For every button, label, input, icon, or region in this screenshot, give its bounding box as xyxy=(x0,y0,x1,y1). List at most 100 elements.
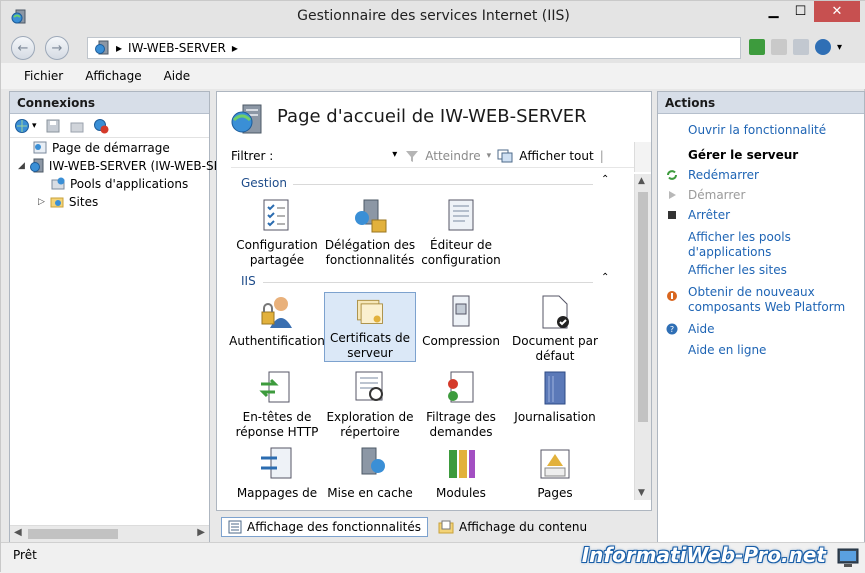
stop-icon[interactable] xyxy=(771,39,787,55)
feature-label-line1: Journalisation xyxy=(514,410,596,424)
up-folder-icon[interactable] xyxy=(69,118,85,134)
watermark-logo: InformatiWeb-Pro.net xyxy=(581,543,826,567)
help-dropdown-icon[interactable]: ▾ xyxy=(837,42,842,53)
feature-label-line2: répertoire xyxy=(340,425,400,439)
feature-label-line1: Modules xyxy=(436,486,486,500)
features-vscrollbar[interactable]: ▲ ▼ xyxy=(634,174,651,500)
feature-label-line2: défaut xyxy=(535,349,575,363)
filter-input[interactable]: ▾ xyxy=(279,147,399,165)
maximize-button[interactable]: ☐ xyxy=(787,1,814,22)
hscroll-thumb[interactable] xyxy=(28,529,118,539)
action-view-pools[interactable]: Afficher les pools d'applications xyxy=(688,230,791,260)
connections-hscrollbar[interactable]: ◀ ▶ xyxy=(10,525,209,542)
feature-label-line1: Délégation des xyxy=(324,238,416,252)
feature-label-line1: Filtrage des xyxy=(426,410,496,424)
feature-config-editor[interactable]: Éditeur de configuration xyxy=(415,198,507,268)
forward-arrow-icon: → xyxy=(51,40,63,56)
menu-bar: Fichier Affichage Aide xyxy=(1,63,865,89)
certificate-icon xyxy=(357,299,383,324)
scroll-right-icon[interactable]: ▶ xyxy=(197,527,205,538)
menu-view[interactable]: Affichage xyxy=(74,69,152,83)
action-restart[interactable]: Redémarrer xyxy=(688,168,759,183)
feature-directory-browsing[interactable]: Exploration de répertoire xyxy=(324,370,416,440)
action-new-components-line1: Obtenir de nouveaux xyxy=(688,285,815,299)
address-bar[interactable]: ▸ IW-WEB-SERVER ▸ xyxy=(87,37,741,59)
close-button[interactable]: ✕ xyxy=(814,1,860,22)
home-icon[interactable] xyxy=(793,39,809,55)
feature-error-pages[interactable]: Pages d'erreurs xyxy=(509,446,601,502)
feature-authentication[interactable]: Authentification xyxy=(229,294,325,349)
stop-square-icon xyxy=(668,211,676,219)
feature-label-line1: Compression xyxy=(422,334,500,348)
address-toolbar: ▾ xyxy=(749,39,842,55)
breadcrumb-chevron-icon[interactable]: ▸ xyxy=(232,41,238,55)
help-icon[interactable] xyxy=(815,39,831,55)
action-help[interactable]: Aide xyxy=(688,322,715,337)
connect-dropdown-icon[interactable]: ▾ xyxy=(32,121,37,131)
forward-button[interactable]: → xyxy=(45,36,69,60)
tree-item-server[interactable]: ◢ IW-WEB-SERVER (IW-WEB-SE xyxy=(18,158,221,174)
feature-label-line1: En-têtes de xyxy=(242,410,312,424)
feature-handler-mappings[interactable]: Mappages de xyxy=(231,446,323,501)
vscroll-thumb[interactable] xyxy=(638,192,648,422)
action-online-help[interactable]: Aide en ligne xyxy=(688,343,766,358)
feature-default-document[interactable]: Document par défaut xyxy=(509,294,601,364)
goto-dropdown-icon[interactable]: ▾ xyxy=(487,151,492,161)
feature-http-headers[interactable]: En-têtes de réponse HTTP xyxy=(231,370,323,440)
scroll-left-icon[interactable]: ◀ xyxy=(14,527,22,538)
disconnect-icon[interactable] xyxy=(93,118,109,134)
feature-server-certificates[interactable]: Certificats de serveur xyxy=(324,292,416,362)
filter-dropdown-icon[interactable]: ▾ xyxy=(392,149,397,160)
tree-item-app-pools[interactable]: Pools d'applications xyxy=(50,176,188,192)
feature-request-filtering[interactable]: Filtrage des demandes xyxy=(415,370,507,440)
collapse-arrow-icon[interactable]: ▷ xyxy=(38,197,45,207)
start-page-icon xyxy=(33,141,47,154)
scroll-up-icon[interactable]: ▲ xyxy=(638,176,645,186)
window-title: Gestionnaire des services Internet (IIS) xyxy=(297,8,570,24)
feature-shared-config[interactable]: Configuration partagée xyxy=(231,198,323,268)
menu-help[interactable]: Aide xyxy=(153,69,202,83)
save-icon[interactable] xyxy=(45,118,61,134)
connect-globe-icon[interactable] xyxy=(14,118,30,134)
back-button[interactable]: ← xyxy=(11,36,35,60)
feature-logging[interactable]: Journalisation xyxy=(509,370,601,425)
scroll-down-icon[interactable]: ▼ xyxy=(638,488,645,498)
tree-item-sites[interactable]: ▷ Sites xyxy=(38,194,98,210)
default-document-icon xyxy=(542,295,569,329)
feature-modules[interactable]: Modules xyxy=(415,446,507,501)
feature-delegation[interactable]: Délégation des fonctionnalités xyxy=(324,198,416,268)
tab-content-view[interactable]: Affichage du contenu xyxy=(432,517,593,537)
show-all-button[interactable]: Afficher tout xyxy=(519,149,594,163)
feature-output-caching[interactable]: Mise en cache xyxy=(324,446,416,501)
minimize-button[interactable]: ▁ xyxy=(760,1,787,22)
action-open-feature[interactable]: Ouvrir la fonctionnalité xyxy=(688,123,826,138)
action-view-sites[interactable]: Afficher les sites xyxy=(688,263,787,278)
collapse-gestion-icon[interactable]: ⌃ xyxy=(601,174,609,185)
config-editor-icon xyxy=(448,199,474,231)
tree-item-start-page[interactable]: Page de démarrage xyxy=(32,140,170,156)
collapse-iis-icon[interactable]: ⌃ xyxy=(601,272,609,283)
breadcrumb-separator-icon: ▸ xyxy=(116,41,123,55)
logging-icon xyxy=(544,371,566,405)
request-filtering-icon xyxy=(448,371,474,403)
action-view-pools-line1: Afficher les pools xyxy=(688,230,791,244)
action-start[interactable]: Démarrer xyxy=(688,188,745,203)
action-new-components[interactable]: Obtenir de nouveaux composants Web Platf… xyxy=(688,285,845,315)
action-stop[interactable]: Arrêter xyxy=(688,208,730,223)
feature-compression[interactable]: Compression xyxy=(415,294,507,349)
refresh-icon[interactable] xyxy=(749,39,765,55)
modules-icon xyxy=(449,450,475,478)
svg-text:?: ? xyxy=(670,325,674,334)
feature-label-line1: Configuration xyxy=(236,238,318,252)
goto-button[interactable]: Atteindre xyxy=(425,149,480,163)
expand-arrow-icon[interactable]: ◢ xyxy=(18,161,25,171)
authentication-icon xyxy=(261,297,292,328)
help-circle-icon: ? xyxy=(666,323,678,335)
start-icon xyxy=(669,191,676,199)
menu-file[interactable]: Fichier xyxy=(13,69,74,83)
title-bar: Gestionnaire des services Internet (IIS)… xyxy=(1,1,865,33)
breadcrumb-server[interactable]: IW-WEB-SERVER xyxy=(128,41,226,55)
tab-features-view[interactable]: Affichage des fonctionnalités xyxy=(221,517,428,537)
funnel-icon xyxy=(406,150,419,162)
group-header-gestion: Gestion xyxy=(241,176,287,190)
